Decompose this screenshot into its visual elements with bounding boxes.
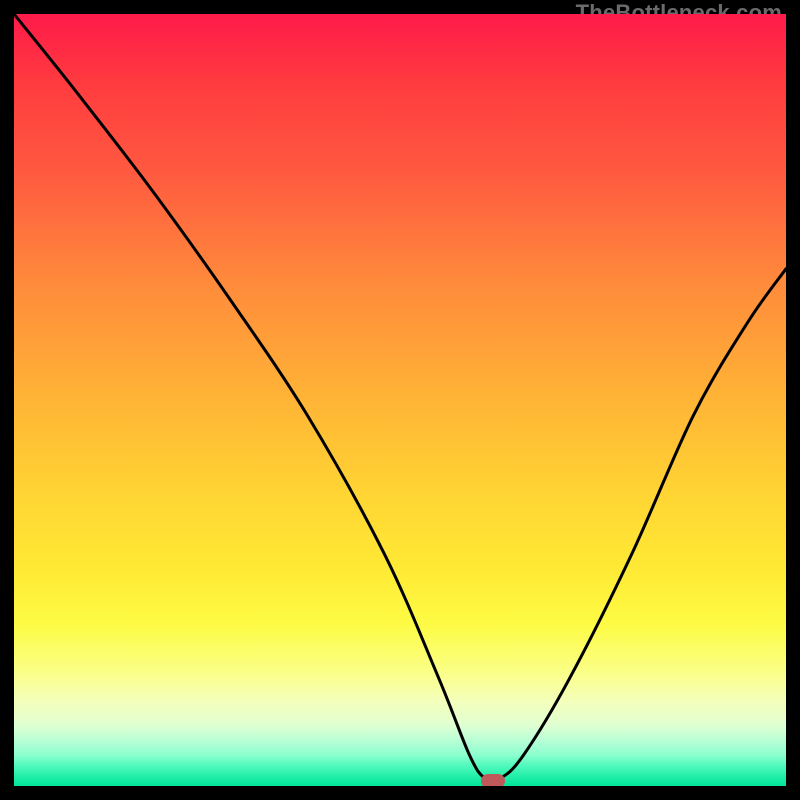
plot-area bbox=[14, 14, 786, 786]
bottleneck-curve bbox=[14, 14, 786, 786]
optimal-point-marker bbox=[481, 774, 505, 786]
chart-stage: TheBottleneck.com bbox=[0, 0, 800, 800]
